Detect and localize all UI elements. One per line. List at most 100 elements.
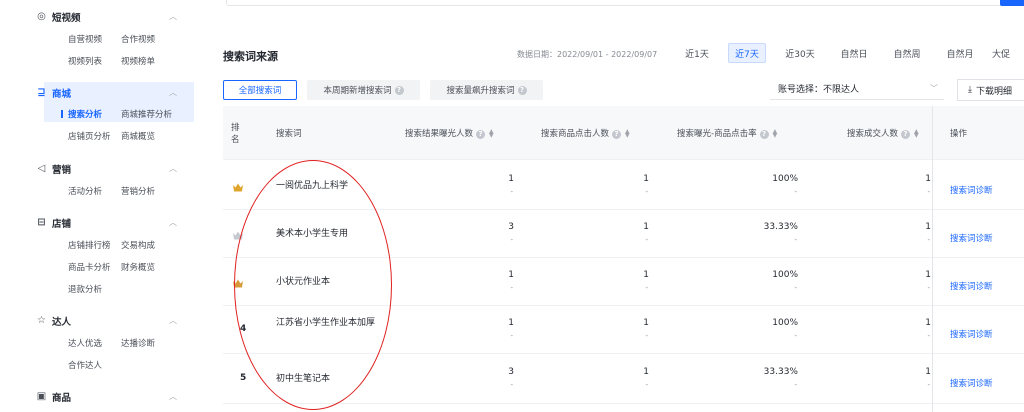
header-keyword: 搜索词	[276, 129, 302, 139]
help-icon[interactable]: ?	[476, 130, 486, 139]
chevron-up-icon[interactable]: ︿	[168, 86, 178, 100]
clicks-value: 1	[643, 270, 649, 280]
ctr-value: 33.33%	[763, 367, 798, 377]
help-icon[interactable]: ?	[759, 130, 769, 139]
chevron-up-icon[interactable]: ︿	[168, 162, 178, 176]
keyword-diagnose-link[interactable]: 搜索词诊断	[950, 328, 993, 340]
sidebar-item-coop-talent[interactable]: 合作达人	[68, 359, 102, 371]
deals-sub-value: -	[927, 284, 930, 292]
range-natural-month[interactable]: 自然月	[940, 43, 980, 63]
exposure-value: 1	[508, 174, 514, 184]
range-7d[interactable]: 近7天	[728, 43, 766, 63]
chevron-down-icon: ﹀	[930, 84, 938, 93]
deals-sub-value: -	[927, 381, 930, 389]
header-deals[interactable]: 搜索成交人数? ▲ ▼	[847, 127, 920, 139]
tab-all-keywords[interactable]: 全部搜索词	[223, 80, 297, 100]
deals-sub-value: -	[927, 188, 930, 196]
ctr-sub-value: -	[794, 381, 797, 389]
clicks-value: 1	[643, 174, 649, 184]
ctr-value: 100%	[772, 174, 798, 184]
sidebar-section-mall[interactable]: ⊒ 商城	[37, 86, 71, 100]
sidebar-item-self-video[interactable]: 自营视频	[68, 33, 102, 45]
header-rank: 排名	[231, 123, 240, 145]
header-clicks[interactable]: 搜索商品点击人数? ▲ ▼	[541, 127, 631, 139]
sidebar-item-shop-page[interactable]: 店铺页分析	[68, 130, 111, 142]
account-select[interactable]: 账号选择：不限达人 ﹀	[770, 78, 944, 100]
sidebar-item-video-rank[interactable]: 视频榜单	[121, 55, 155, 67]
date-range-label: 数据日期：2022/09/01 - 2022/09/07	[517, 50, 658, 59]
header-operation: 操作	[950, 129, 968, 139]
range-natural-week[interactable]: 自然周	[887, 43, 927, 63]
sidebar-item-refund[interactable]: 退款分析	[68, 283, 102, 295]
help-icon[interactable]: ?	[612, 130, 622, 139]
sidebar-item-marketing-analysis[interactable]: 营销分析	[121, 185, 155, 197]
deals-value: 1	[925, 222, 931, 232]
ctr-value: 100%	[772, 270, 798, 280]
range-promo[interactable]: 大促	[986, 43, 1016, 63]
ctr-value: 100%	[772, 318, 798, 328]
chevron-up-icon[interactable]: ︿	[168, 216, 178, 230]
chevron-up-icon[interactable]: ︿	[168, 10, 178, 24]
keyword-diagnose-link[interactable]: 搜索词诊断	[950, 377, 993, 389]
sidebar-item-search-analysis[interactable]: 搜索分析	[68, 108, 102, 120]
keyword-diagnose-link[interactable]: 搜索词诊断	[950, 184, 993, 196]
sidebar-item-coop-video[interactable]: 合作视频	[121, 33, 155, 45]
sort-icon[interactable]: ▲ ▼	[773, 128, 779, 138]
tab-new-keywords[interactable]: 本周期新增搜索词?	[307, 80, 420, 100]
exposure-value: 1	[508, 270, 514, 280]
sidebar-item-trade-structure[interactable]: 交易构成	[121, 239, 155, 251]
range-1d[interactable]: 近1天	[680, 43, 714, 63]
deals-sub-value: -	[927, 236, 930, 244]
sidebar: ◎ 短视频 ︿ 自营视频 合作视频 视频列表 视频榜单 ⊒ 商城 ︿ 搜索分析 …	[0, 0, 196, 412]
help-icon[interactable]: ?	[901, 130, 911, 139]
sidebar-section-product[interactable]: ▣ 商品	[37, 390, 71, 404]
clicks-sub-value: -	[645, 332, 648, 340]
header-ctr[interactable]: 搜索曝光-商品点击率? ▲ ▼	[677, 127, 779, 139]
primary-button-edge[interactable]	[1000, 0, 1024, 6]
exposure-sub-value: -	[510, 381, 513, 389]
star-user-icon: ☆	[37, 315, 46, 326]
chevron-up-icon[interactable]: ︿	[168, 390, 178, 404]
sort-icon[interactable]: ▲ ▼	[489, 128, 495, 138]
download-icon: ⤓	[968, 85, 972, 95]
sidebar-item-product-card[interactable]: 商品卡分析	[68, 261, 111, 273]
ctr-sub-value: -	[794, 188, 797, 196]
sidebar-item-finance[interactable]: 财务概览	[121, 261, 155, 273]
rank-number: 5	[240, 373, 247, 383]
keyword-diagnose-link[interactable]: 搜索词诊断	[950, 232, 993, 244]
tab-surging-keywords[interactable]: 搜索量飙升搜索词?	[430, 80, 543, 100]
deals-value: 1	[925, 367, 931, 377]
range-30d[interactable]: 近30天	[780, 43, 820, 63]
sidebar-section-talent[interactable]: ☆ 达人	[37, 314, 71, 328]
help-icon[interactable]: ?	[517, 85, 527, 95]
deals-sub-value: -	[927, 332, 930, 340]
exposure-sub-value: -	[510, 236, 513, 244]
sidebar-item-video-list[interactable]: 视频列表	[68, 55, 102, 67]
sidebar-section-marketing[interactable]: ◁ 营销	[38, 162, 71, 176]
sidebar-item-activity[interactable]: 活动分析	[68, 185, 102, 197]
sort-icon[interactable]: ▲ ▼	[914, 128, 920, 138]
sidebar-item-store-rank[interactable]: 店铺排行榜	[68, 239, 111, 251]
chevron-up-icon[interactable]: ︿	[168, 314, 178, 328]
sidebar-item-talent-select[interactable]: 达人优选	[68, 337, 102, 349]
sidebar-section-store[interactable]: ⊟ 店铺	[37, 216, 71, 230]
keyword-diagnose-link[interactable]: 搜索词诊断	[950, 280, 993, 292]
exposure-value: 3	[508, 222, 514, 232]
exposure-sub-value: -	[510, 332, 513, 340]
sort-icon[interactable]: ▲ ▼	[625, 128, 631, 138]
table-header: 排名 搜索词 搜索结果曝光人数? ▲ ▼ 搜索商品点击人数? ▲ ▼ 搜索曝光-商品点击…	[223, 106, 1024, 160]
download-button[interactable]: ⤓ 下载明细	[957, 79, 1024, 101]
range-natural-day[interactable]: 自然日	[834, 43, 874, 63]
megaphone-icon: ◁	[37, 163, 46, 174]
column-divider	[932, 106, 933, 412]
exposure-sub-value: -	[510, 188, 513, 196]
sidebar-section-short-video[interactable]: ◎ 短视频	[37, 10, 80, 24]
deals-value: 1	[925, 270, 931, 280]
sidebar-item-live-diagnose[interactable]: 达播诊断	[121, 337, 155, 349]
ctr-sub-value: -	[794, 284, 797, 292]
sidebar-item-mall-recommend[interactable]: 商城推荐分析	[121, 108, 172, 120]
sidebar-item-mall-overview[interactable]: 商城概览	[121, 130, 155, 142]
active-indicator	[61, 110, 63, 118]
help-icon[interactable]: ?	[394, 85, 404, 95]
header-exposure[interactable]: 搜索结果曝光人数? ▲ ▼	[405, 127, 495, 139]
